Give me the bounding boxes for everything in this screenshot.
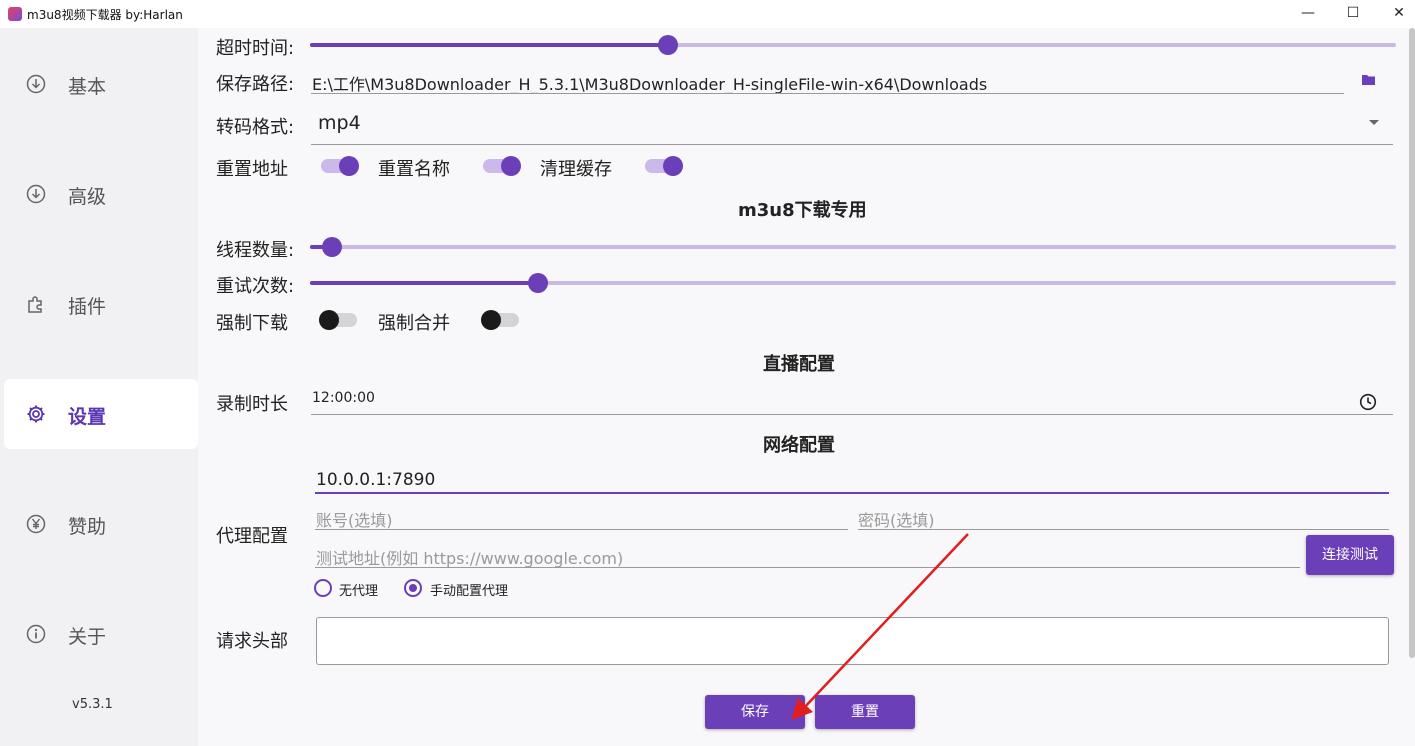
sidebar-item-label: 基本 bbox=[68, 76, 107, 98]
force-merge-toggle[interactable] bbox=[481, 310, 519, 330]
download-circle-icon bbox=[26, 184, 46, 204]
sidebar-item-label: 关于 bbox=[68, 626, 107, 648]
no-proxy-label[interactable]: 无代理 bbox=[339, 580, 378, 599]
format-underline bbox=[311, 144, 1393, 145]
slider-thumb[interactable] bbox=[321, 237, 342, 257]
reset-name-toggle[interactable] bbox=[483, 156, 521, 176]
password-field[interactable]: 密码(选填) bbox=[858, 507, 935, 531]
sidebar-item-label: 高级 bbox=[68, 186, 107, 208]
sidebar-item-label: 设置 bbox=[68, 406, 107, 428]
save-path-field[interactable]: E:\工作\M3u8Downloader_H_5.3.1\M3u8Downloa… bbox=[312, 71, 987, 95]
reset-url-label: 重置地址 bbox=[216, 159, 288, 180]
slider-fill bbox=[310, 43, 669, 47]
test-url-underline bbox=[315, 567, 1300, 568]
save-button[interactable]: 保存 bbox=[705, 695, 805, 729]
retry-slider[interactable] bbox=[310, 273, 1396, 293]
maximize-button[interactable]: ☐ bbox=[1330, 2, 1376, 26]
format-select[interactable]: mp4 bbox=[318, 112, 361, 134]
slider-thumb[interactable] bbox=[528, 273, 549, 293]
proxy-address-field[interactable]: 10.0.0.1:7890 bbox=[316, 470, 435, 490]
manual-proxy-label[interactable]: 手动配置代理 bbox=[430, 580, 508, 599]
scrollbar[interactable] bbox=[1409, 28, 1415, 658]
force-merge-label: 强制合并 bbox=[378, 313, 450, 334]
proxy-label: 代理配置 bbox=[216, 526, 288, 547]
sidebar-item-advanced[interactable]: 高级 bbox=[4, 159, 198, 229]
headers-textarea[interactable] bbox=[316, 617, 1389, 665]
m3u8-section-title: m3u8下载专用 bbox=[738, 200, 867, 221]
force-download-label: 强制下载 bbox=[216, 313, 288, 334]
reset-url-toggle[interactable] bbox=[321, 156, 359, 176]
network-section-title: 网络配置 bbox=[763, 435, 835, 456]
close-button[interactable]: ✕ bbox=[1376, 2, 1415, 26]
threads-label: 线程数量: bbox=[216, 240, 295, 261]
clear-cache-toggle[interactable] bbox=[645, 156, 683, 176]
account-field[interactable]: 账号(选填) bbox=[316, 507, 393, 531]
clear-cache-label: 清理缓存 bbox=[540, 159, 612, 180]
toggle-knob bbox=[481, 310, 501, 330]
download-circle-icon bbox=[26, 74, 46, 94]
sidebar-item-label: 赞助 bbox=[68, 516, 107, 538]
toggle-knob bbox=[663, 156, 683, 176]
retry-label: 重试次数: bbox=[216, 276, 295, 297]
title-bar: m3u8视频下载器 by:Harlan — ☐ ✕ bbox=[0, 0, 1415, 28]
sidebar-item-label: 插件 bbox=[68, 296, 107, 318]
gear-icon bbox=[27, 405, 45, 423]
puzzle-icon bbox=[28, 296, 42, 313]
threads-slider[interactable] bbox=[310, 237, 1396, 257]
live-section-title: 直播配置 bbox=[763, 354, 835, 375]
duration-underline bbox=[311, 414, 1393, 415]
folder-icon[interactable] bbox=[1362, 74, 1376, 86]
connection-test-button[interactable]: 连接测试 bbox=[1306, 535, 1394, 575]
sidebar-item-about[interactable]: 关于 bbox=[4, 599, 198, 669]
sidebar-item-basic[interactable]: 基本 bbox=[4, 49, 198, 119]
window-title: m3u8视频下载器 by:Harlan bbox=[27, 8, 183, 22]
toggle-knob bbox=[339, 156, 359, 176]
chevron-down-icon[interactable] bbox=[1369, 120, 1379, 125]
format-label: 转码格式: bbox=[216, 117, 295, 138]
toggle-knob bbox=[319, 310, 339, 330]
manual-proxy-radio[interactable] bbox=[404, 579, 422, 597]
timeout-slider[interactable] bbox=[310, 35, 1396, 55]
info-icon bbox=[26, 624, 46, 644]
force-download-toggle[interactable] bbox=[319, 310, 357, 330]
timeout-label: 超时时间: bbox=[216, 38, 295, 59]
slider-fill bbox=[310, 281, 539, 285]
reset-name-label: 重置名称 bbox=[378, 159, 450, 180]
sidebar: 基本 高级 插件 设置 赞助 关于 bbox=[0, 28, 198, 746]
no-proxy-radio[interactable] bbox=[314, 579, 332, 597]
save-path-underline bbox=[311, 93, 1344, 94]
sidebar-item-sponsor[interactable]: 赞助 bbox=[4, 489, 198, 559]
password-underline bbox=[858, 529, 1389, 530]
test-url-field[interactable]: 测试地址(例如 https://www.google.com) bbox=[316, 545, 623, 569]
duration-field[interactable]: 12:00:00 bbox=[312, 390, 375, 406]
headers-label: 请求头部 bbox=[216, 631, 288, 652]
duration-label: 录制时长 bbox=[216, 394, 288, 415]
yen-coin-icon bbox=[26, 514, 46, 534]
minimize-button[interactable]: — bbox=[1285, 2, 1331, 26]
account-underline bbox=[315, 529, 848, 530]
sidebar-item-plugins[interactable]: 插件 bbox=[4, 269, 198, 339]
toggle-knob bbox=[501, 156, 521, 176]
reset-button[interactable]: 重置 bbox=[815, 695, 915, 729]
app-icon bbox=[8, 7, 22, 21]
proxy-address-underline bbox=[315, 492, 1389, 494]
clock-icon[interactable] bbox=[1359, 393, 1377, 411]
version-label: v5.3.1 bbox=[72, 697, 113, 712]
save-path-label: 保存路径: bbox=[216, 74, 295, 95]
sidebar-item-settings[interactable]: 设置 bbox=[4, 379, 198, 449]
